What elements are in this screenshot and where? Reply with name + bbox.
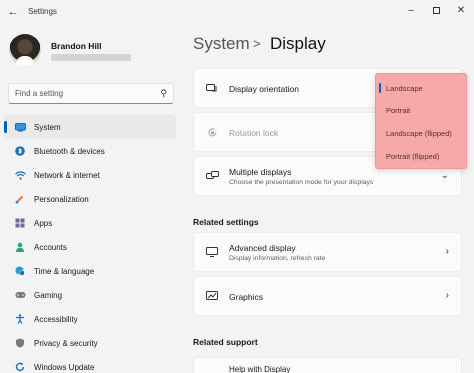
accessibility-icon	[14, 313, 26, 325]
sidebar-item-label: Accessibility	[34, 314, 78, 324]
multiple-displays-icon	[205, 170, 219, 182]
sidebar-item-time-language[interactable]: Time & language	[4, 259, 176, 283]
title-bar: ← Settings – ✕	[0, 0, 474, 24]
sidebar-item-label: Time & language	[34, 266, 95, 276]
maximize-icon	[432, 6, 440, 14]
multiple-displays-description: Choose the presentation mode for your di…	[229, 179, 374, 186]
advanced-display-card[interactable]: Advanced display Display information, re…	[193, 232, 462, 272]
orientation-option-landscape-flipped[interactable]: Landscape (flipped)	[376, 122, 468, 144]
sidebar-item-personalization[interactable]: Personalization	[4, 187, 176, 211]
shield-icon	[14, 337, 26, 349]
controller-icon	[14, 289, 26, 301]
advanced-display-description: Display information, refresh rate	[229, 255, 326, 262]
advanced-display-label: Advanced display	[229, 243, 296, 253]
related-support-heading: Related support	[193, 337, 258, 347]
user-name: Brandon Hill	[51, 41, 102, 51]
page-title: Display	[270, 34, 326, 53]
orientation-option-portrait[interactable]: Portrait	[376, 99, 468, 121]
orientation-dropdown-menu: Landscape Portrait Landscape (flipped) P…	[375, 73, 467, 169]
help-with-display-card[interactable]: Help with Display	[193, 357, 462, 373]
update-icon	[14, 361, 26, 373]
graphics-label: Graphics	[229, 292, 264, 302]
sidebar-item-windows-update[interactable]: Windows Update	[4, 355, 176, 373]
person-icon	[14, 241, 26, 253]
sidebar-item-label: Gaming	[34, 290, 63, 300]
sidebar-item-accounts[interactable]: Accounts	[4, 235, 176, 259]
wifi-icon	[14, 169, 26, 181]
sidebar-item-label: Bluetooth & devices	[34, 146, 105, 156]
sidebar-item-apps[interactable]: Apps	[4, 211, 176, 235]
graphics-icon	[205, 290, 219, 302]
sidebar-item-label: Windows Update	[34, 362, 95, 372]
search-box[interactable]: ⚲	[8, 83, 174, 104]
sidebar-item-bluetooth[interactable]: Bluetooth & devices	[4, 139, 176, 163]
sidebar-item-label: Accounts	[34, 242, 67, 252]
maximize-button[interactable]	[429, 3, 443, 17]
chevron-right-icon: ›	[445, 246, 449, 257]
search-input[interactable]	[15, 89, 155, 98]
monitor-icon	[205, 246, 219, 258]
rotation-lock-icon	[205, 126, 219, 138]
back-arrow-icon[interactable]: ←	[6, 5, 20, 19]
sidebar-item-network[interactable]: Network & internet	[4, 163, 176, 187]
brush-icon	[14, 193, 26, 205]
apps-icon	[14, 217, 26, 229]
globe-clock-icon	[14, 265, 26, 277]
breadcrumb-separator: >	[253, 36, 261, 51]
related-settings-heading: Related settings	[193, 217, 259, 227]
search-icon[interactable]: ⚲	[160, 88, 167, 99]
sidebar-item-accessibility[interactable]: Accessibility	[4, 307, 176, 331]
sidebar-item-label: Privacy & security	[34, 338, 98, 348]
sidebar-item-label: Personalization	[34, 194, 89, 204]
sidebar-item-gaming[interactable]: Gaming	[4, 283, 176, 307]
sidebar-nav: System Bluetooth & devices Network & int…	[4, 115, 176, 373]
sidebar-item-system[interactable]: System	[4, 115, 176, 139]
orientation-option-landscape[interactable]: Landscape	[376, 77, 468, 99]
breadcrumb-parent[interactable]: System	[193, 34, 250, 54]
user-email-redacted	[51, 54, 131, 61]
sidebar-item-label: Network & internet	[34, 170, 100, 180]
avatar[interactable]	[9, 34, 41, 66]
chevron-down-icon[interactable]: ⌄	[441, 170, 449, 181]
help-with-display-label: Help with Display	[229, 365, 291, 373]
rotation-lock-label: Rotation lock	[229, 128, 279, 138]
minimize-button[interactable]: –	[404, 3, 418, 17]
orientation-option-portrait-flipped[interactable]: Portrait (flipped)	[376, 145, 468, 167]
display-orientation-label: Display orientation	[229, 84, 299, 94]
multiple-displays-label: Multiple displays	[229, 167, 292, 177]
close-button[interactable]: ✕	[454, 3, 468, 17]
bluetooth-icon	[14, 145, 26, 157]
monitor-icon	[14, 121, 26, 133]
chevron-right-icon: ›	[445, 290, 449, 301]
sidebar-item-label: Apps	[34, 218, 53, 228]
display-orientation-icon	[205, 82, 219, 94]
app-title: Settings	[28, 7, 57, 16]
graphics-card[interactable]: Graphics ›	[193, 276, 462, 316]
sidebar-item-label: System	[34, 122, 61, 132]
sidebar-item-privacy[interactable]: Privacy & security	[4, 331, 176, 355]
